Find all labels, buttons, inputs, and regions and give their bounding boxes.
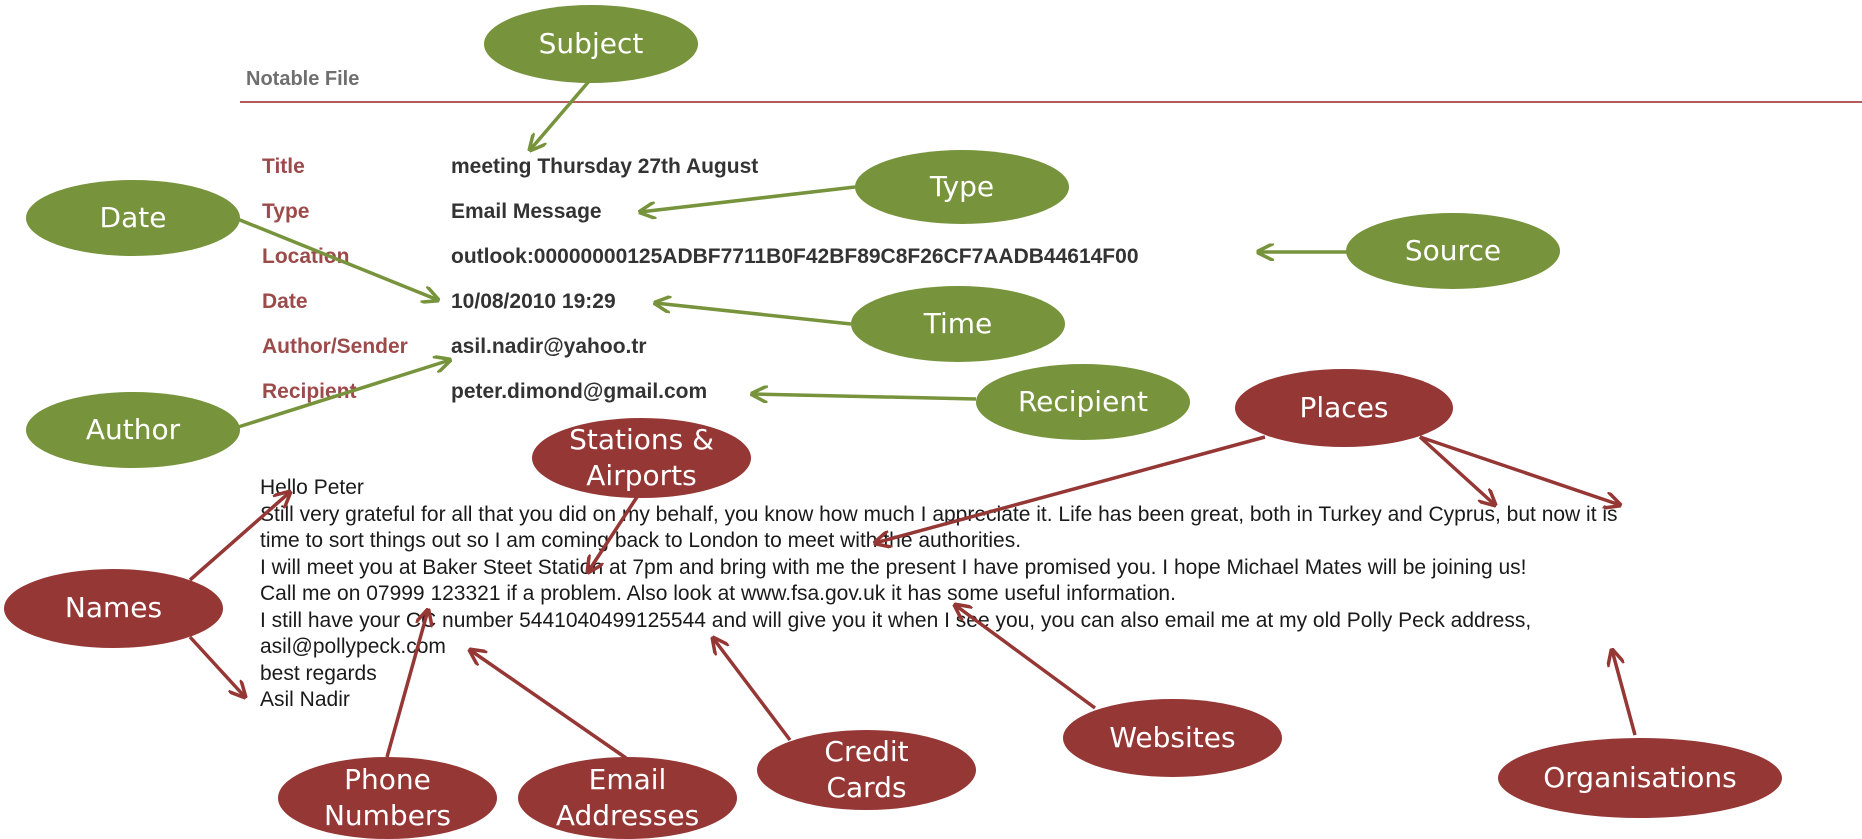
field-value-type: Email Message	[451, 200, 602, 223]
names-arrow-asil	[188, 635, 245, 697]
body-line: I will meet you at Baker Steet Station a…	[260, 555, 1527, 579]
field-label-title: Title	[262, 155, 305, 178]
body-line: Hello Peter	[260, 476, 364, 499]
organisations-callout: Organisations	[1498, 738, 1782, 818]
time-arrow	[655, 303, 852, 326]
email-body: Hello Peter Still very grateful for all …	[260, 475, 1860, 714]
email-addresses-callout: Email Addresses	[518, 757, 737, 839]
field-label-location: Location	[262, 245, 350, 268]
field-label-recipient: Recipient	[262, 380, 357, 403]
recipient-callout: Recipient	[976, 364, 1190, 440]
body-line: Still very grateful for all that you did…	[260, 502, 1618, 526]
websites-callout: Websites	[1063, 699, 1282, 777]
subject-callout: Subject	[484, 5, 698, 83]
body-line: best regards	[260, 661, 377, 685]
field-label-date: Date	[262, 290, 308, 313]
field-value-recipient: peter.dimond@gmail.com	[451, 380, 708, 403]
body-line: asil@pollypeck.com	[260, 635, 446, 658]
credit-cards-callout: Credit Cards	[757, 730, 976, 810]
stations-airports-callout: Stations & Airports	[532, 418, 751, 498]
field-label-type: Type	[262, 200, 310, 223]
names-callout: Names	[4, 569, 223, 648]
body-line: I still have your CC number 544104049912…	[260, 608, 1532, 632]
body-line: Asil Nadir	[260, 688, 350, 711]
type-arrow	[640, 185, 856, 212]
body-line: Call me on 07999 123321 if a problem. Al…	[260, 582, 1176, 605]
date-callout: Date	[26, 180, 240, 256]
recipient-arrow	[752, 394, 977, 399]
field-value-title: meeting Thursday 27th August	[451, 155, 759, 178]
type-callout: Type	[855, 150, 1069, 224]
time-callout: Time	[851, 286, 1065, 362]
phone-numbers-callout: Phone Numbers	[278, 757, 497, 839]
field-value-date: 10/08/2010 19:29	[451, 290, 616, 313]
author-callout: Author	[26, 392, 240, 468]
field-value-location: outlook:00000000125ADBF7711B0F42BF89C8F2…	[451, 245, 1139, 268]
heading-divider	[240, 101, 1862, 103]
source-callout: Source	[1346, 213, 1560, 289]
body-line: time to sort things out so I am coming b…	[260, 529, 1022, 552]
document-heading: Notable File	[246, 68, 360, 90]
subject-arrow	[530, 78, 592, 150]
places-callout: Places	[1235, 369, 1453, 447]
field-value-author: asil.nadir@yahoo.tr	[451, 335, 647, 358]
field-label-author: Author/Sender	[262, 335, 408, 358]
